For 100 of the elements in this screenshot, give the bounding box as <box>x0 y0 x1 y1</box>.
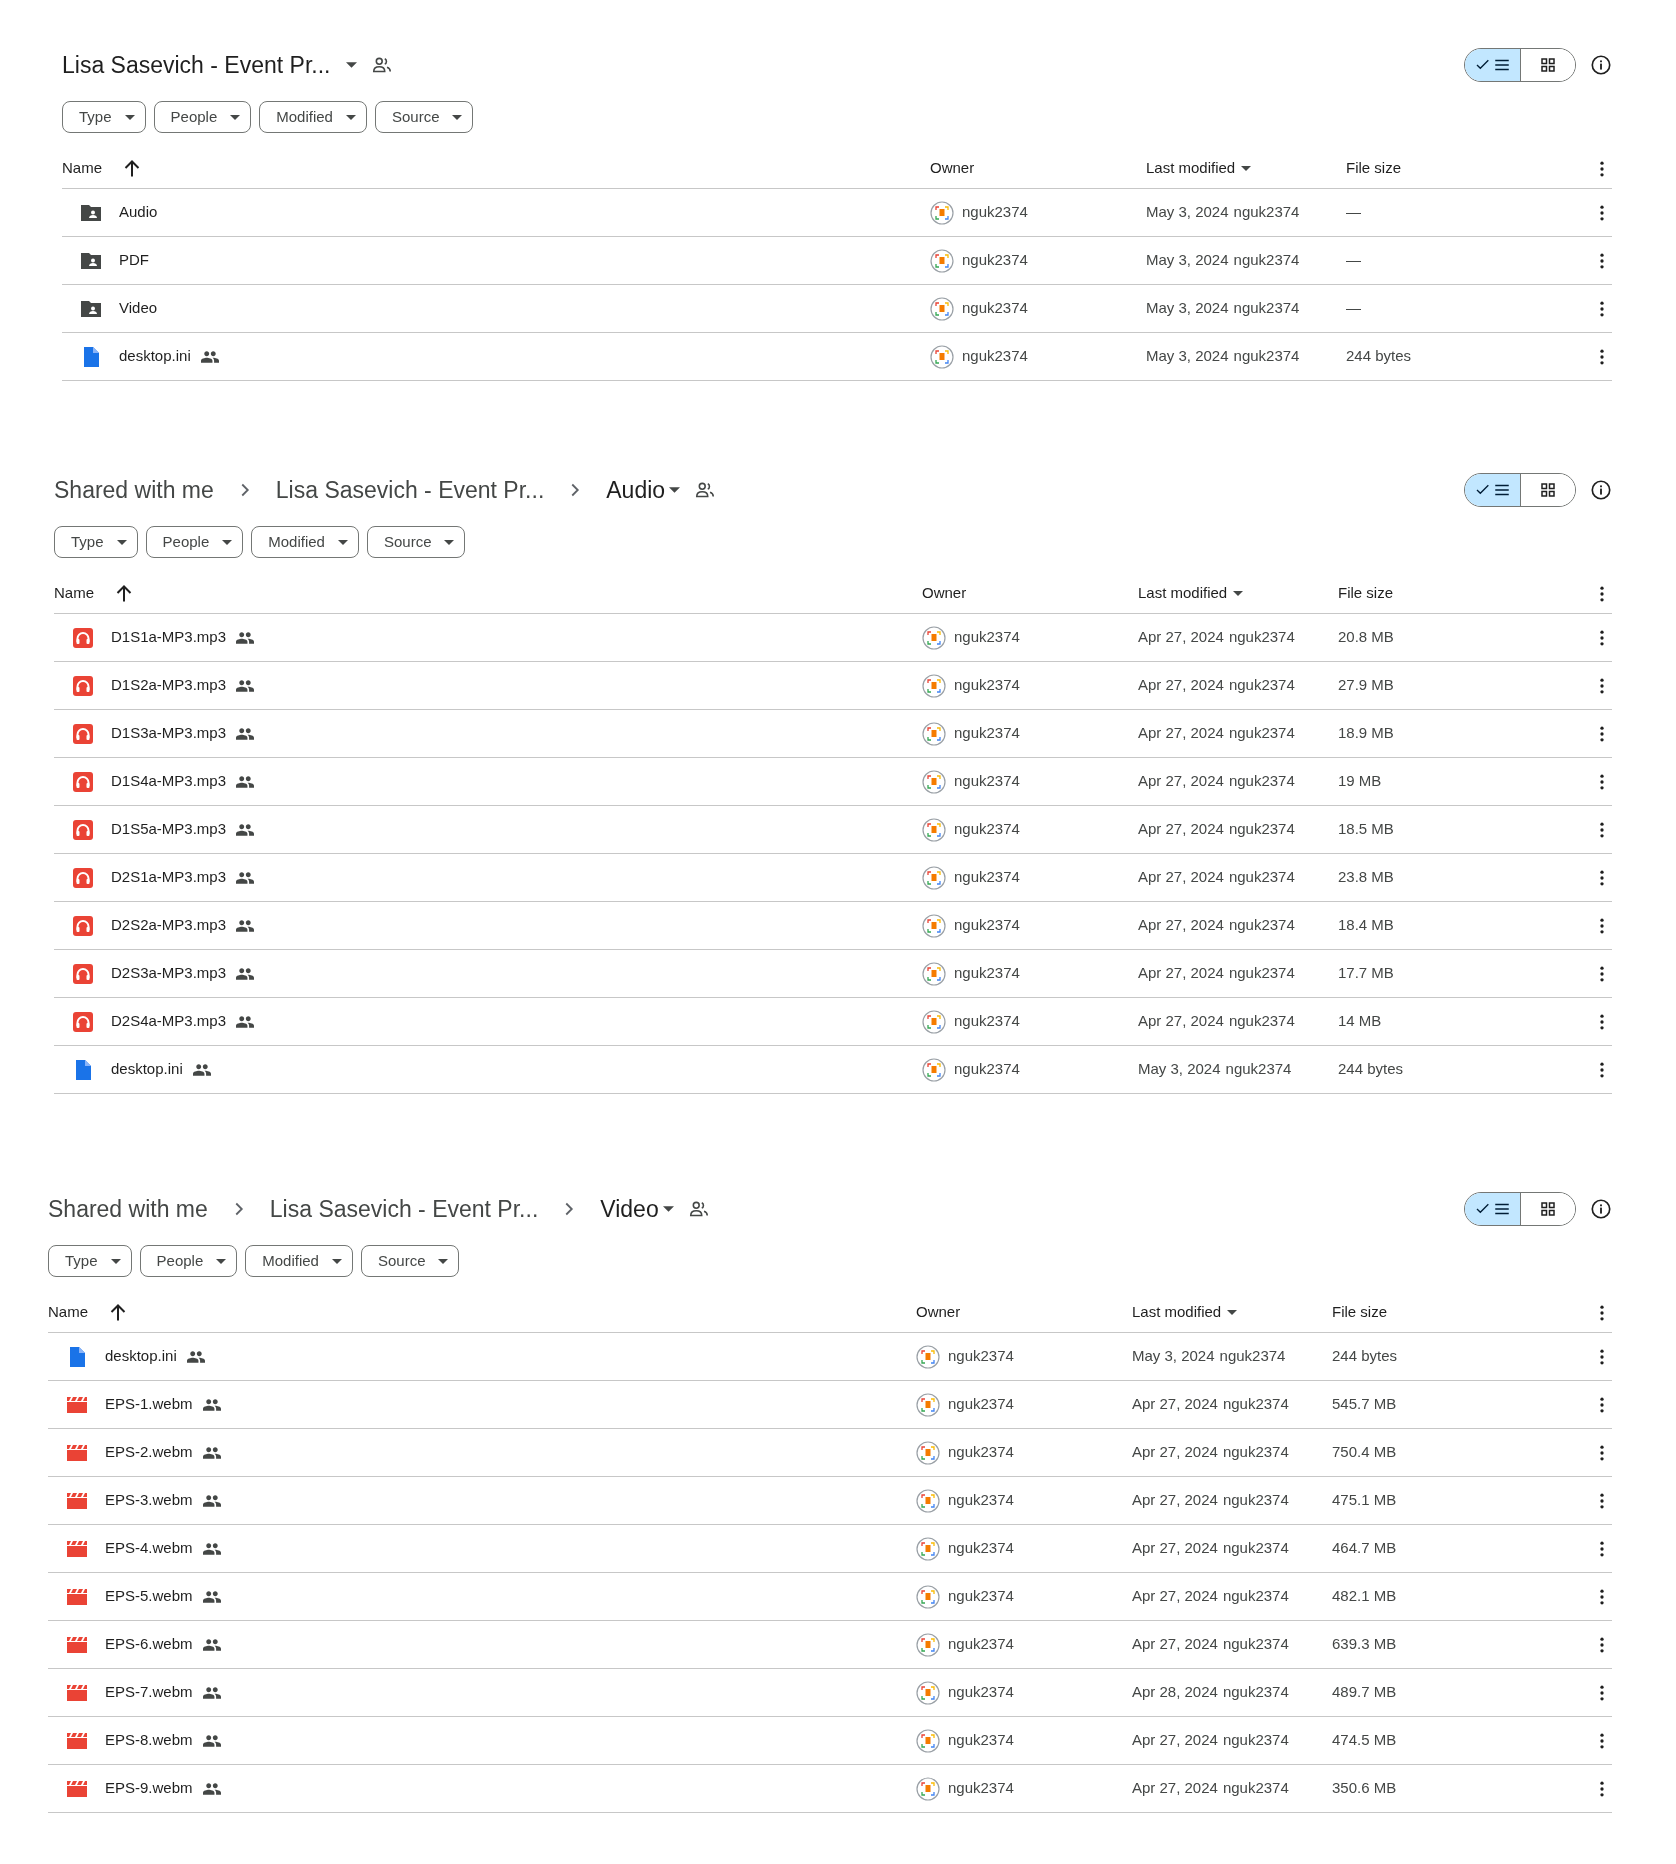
modified-date: Apr 27, 2024 <box>1132 1490 1218 1511</box>
modified-by: nguk2374 <box>1233 250 1300 271</box>
headphones-icon <box>71 721 95 746</box>
breadcrumb-link[interactable]: Lisa Sasevich - Event Pr... <box>269 1189 539 1229</box>
filter-chip[interactable]: Type <box>62 101 146 133</box>
owner-name: nguk2374 <box>962 250 1028 271</box>
file-name[interactable]: EPS-6.webm <box>105 1633 193 1656</box>
filter-chip[interactable]: Type <box>48 1245 132 1277</box>
grid-view-button[interactable] <box>1520 474 1575 506</box>
filter-chip[interactable]: Type <box>54 526 138 558</box>
modified-by: nguk2374 <box>1222 1538 1289 1559</box>
filter-chip[interactable]: People <box>145 526 244 558</box>
list-view-button[interactable] <box>1465 474 1520 506</box>
filter-chip[interactable]: Source <box>366 526 466 558</box>
view-toggle[interactable] <box>1464 48 1576 82</box>
folder-title-button[interactable]: Video <box>600 1189 674 1229</box>
filter-chip[interactable]: Modified <box>251 526 359 558</box>
file-name[interactable]: desktop.ini <box>119 345 191 368</box>
file-name[interactable]: D2S4a-MP3.mp3 <box>111 1010 227 1033</box>
caret-down-icon <box>1233 591 1244 596</box>
file-size: — <box>1346 202 1361 223</box>
avatar-icon <box>922 865 946 890</box>
column-header[interactable]: File size <box>1332 1301 1387 1324</box>
file-name[interactable]: EPS-3.webm <box>105 1489 193 1512</box>
grid-icon <box>1539 56 1557 74</box>
file-name[interactable]: Video <box>119 297 158 320</box>
view-toggle[interactable] <box>1464 1192 1576 1226</box>
list-view-button[interactable] <box>1465 1193 1520 1225</box>
filter-chip[interactable]: Modified <box>259 101 367 133</box>
grid-view-button[interactable] <box>1520 1193 1575 1225</box>
avatar-icon <box>916 1776 940 1801</box>
caret-down-icon <box>669 487 681 493</box>
filter-chip[interactable]: Source <box>374 101 474 133</box>
filter-chip[interactable]: Source <box>360 1245 460 1277</box>
file-name[interactable]: D2S2a-MP3.mp3 <box>111 914 227 937</box>
modified-date: Apr 27, 2024 <box>1132 1634 1218 1655</box>
column-header[interactable]: Name <box>48 1301 126 1324</box>
filter-chip[interactable]: People <box>153 101 252 133</box>
avatar-icon <box>922 961 946 986</box>
file-name[interactable]: Audio <box>119 201 158 224</box>
avatar-icon <box>930 296 954 321</box>
file-size: 20.8 MB <box>1338 627 1394 648</box>
file-name[interactable]: D2S1a-MP3.mp3 <box>111 866 227 889</box>
modified-date: May 3, 2024 <box>1146 202 1229 223</box>
filter-chip[interactable]: Modified <box>245 1245 353 1277</box>
breadcrumb-link[interactable]: Shared with me <box>54 470 214 510</box>
avatar-icon <box>930 200 954 225</box>
view-toggle[interactable] <box>1464 473 1576 507</box>
file-name[interactable]: PDF <box>119 249 149 272</box>
file-name[interactable]: EPS-8.webm <box>105 1729 193 1752</box>
headphones-icon <box>71 865 95 890</box>
column-header[interactable]: Name <box>54 582 132 605</box>
breadcrumb-link[interactable]: Shared with me <box>48 1189 208 1229</box>
file-name[interactable]: EPS-1.webm <box>105 1393 193 1416</box>
file-name[interactable]: EPS-9.webm <box>105 1777 193 1800</box>
column-header[interactable]: Owner <box>922 582 967 605</box>
caret-down-icon <box>222 539 233 545</box>
column-header[interactable]: Last modified <box>1146 157 1252 180</box>
file-name[interactable]: D2S3a-MP3.mp3 <box>111 962 227 985</box>
file-name[interactable]: desktop.ini <box>105 1345 177 1368</box>
file-name[interactable]: EPS-7.webm <box>105 1681 193 1704</box>
owner-name: nguk2374 <box>954 1059 1020 1080</box>
file-name[interactable]: EPS-4.webm <box>105 1537 193 1560</box>
column-header[interactable]: File size <box>1338 582 1393 605</box>
info-icon[interactable] <box>1590 54 1612 76</box>
file-name[interactable]: desktop.ini <box>111 1058 183 1081</box>
column-header[interactable]: Name <box>62 157 140 180</box>
file-name[interactable]: EPS-2.webm <box>105 1441 193 1464</box>
modified-by: nguk2374 <box>1222 1490 1289 1511</box>
file-name[interactable]: EPS-5.webm <box>105 1585 193 1608</box>
folder-title-button[interactable]: Audio <box>606 470 681 510</box>
modified-date: Apr 28, 2024 <box>1132 1682 1218 1703</box>
filter-chip[interactable]: People <box>139 1245 238 1277</box>
column-header[interactable]: Owner <box>916 1301 961 1324</box>
grid-view-button[interactable] <box>1520 49 1575 81</box>
column-header[interactable]: File size <box>1346 157 1401 180</box>
file-name[interactable]: D1S4a-MP3.mp3 <box>111 770 227 793</box>
file-size: 27.9 MB <box>1338 675 1394 696</box>
owner-name: nguk2374 <box>948 1394 1014 1415</box>
file-name[interactable]: D1S2a-MP3.mp3 <box>111 674 227 697</box>
info-icon[interactable] <box>1590 479 1612 501</box>
headphones-icon <box>71 961 95 986</box>
modified-by: nguk2374 <box>1228 675 1295 696</box>
info-icon[interactable] <box>1590 1198 1612 1220</box>
file-size: 750.4 MB <box>1332 1442 1397 1463</box>
column-header[interactable]: Owner <box>930 157 975 180</box>
column-header[interactable]: Last modified <box>1138 582 1244 605</box>
modified-date: Apr 27, 2024 <box>1138 915 1224 936</box>
caret-down-icon <box>452 114 463 120</box>
column-header[interactable]: Last modified <box>1132 1301 1238 1324</box>
file-name[interactable]: D1S3a-MP3.mp3 <box>111 722 227 745</box>
avatar-icon <box>916 1392 940 1417</box>
headphones-icon <box>71 625 95 650</box>
file-name[interactable]: D1S5a-MP3.mp3 <box>111 818 227 841</box>
breadcrumb-link[interactable]: Lisa Sasevich - Event Pr... <box>275 470 545 510</box>
folder-title-button[interactable]: Lisa Sasevich - Event Pr... <box>62 45 358 85</box>
file-name[interactable]: D1S1a-MP3.mp3 <box>111 626 227 649</box>
avatar-icon <box>916 1728 940 1753</box>
list-view-button[interactable] <box>1465 49 1520 81</box>
modified-date: May 3, 2024 <box>1132 1346 1215 1367</box>
